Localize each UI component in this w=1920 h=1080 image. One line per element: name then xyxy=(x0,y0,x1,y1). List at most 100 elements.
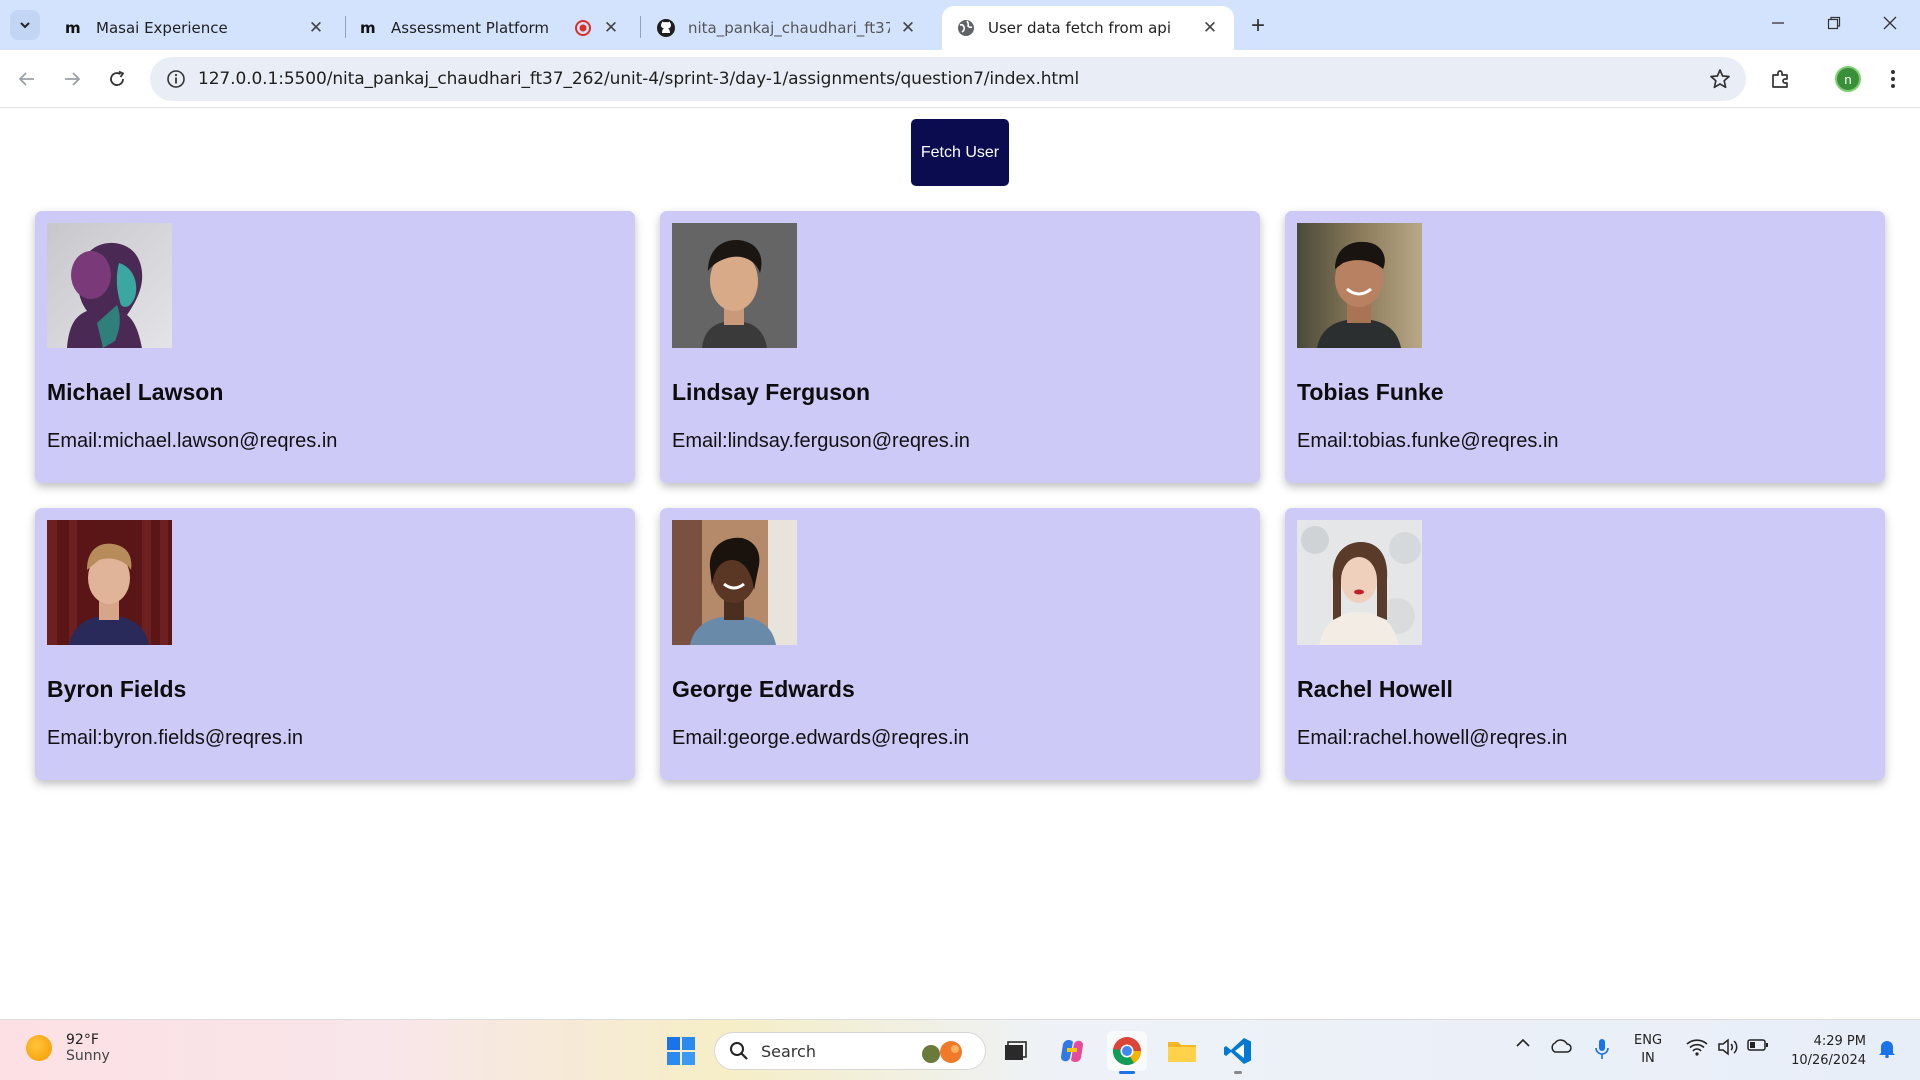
weather-description: Sunny xyxy=(66,1048,110,1064)
user-email: Email:lindsay.ferguson@reqres.in xyxy=(672,430,970,452)
close-icon xyxy=(1883,16,1897,30)
minimize-button[interactable] xyxy=(1750,0,1806,46)
puzzle-piece-icon xyxy=(1772,70,1788,88)
microphone-button[interactable] xyxy=(1590,1038,1614,1060)
microphone-icon xyxy=(1595,1039,1609,1059)
back-button[interactable] xyxy=(10,62,44,96)
cloud-icon xyxy=(1551,1039,1572,1053)
forward-button[interactable] xyxy=(55,62,89,96)
close-window-button[interactable] xyxy=(1862,0,1918,46)
chrome-taskbar-button[interactable] xyxy=(1107,1031,1147,1074)
wifi-icon xyxy=(1686,1039,1708,1056)
weather-widget[interactable]: 92°F Sunny xyxy=(26,1032,110,1064)
tab-title: Masai Experience xyxy=(96,19,228,37)
tab-close-icon[interactable]: ✕ xyxy=(601,18,621,38)
windows-taskbar: 92°F Sunny Search ENG IN 4:29 PM 10/26/2… xyxy=(0,1019,1920,1080)
svg-text:m: m xyxy=(360,21,376,35)
file-explorer-button[interactable] xyxy=(1162,1031,1202,1071)
user-avatar-photo xyxy=(47,223,172,348)
profile-avatar[interactable]: n xyxy=(1835,66,1861,92)
site-info-icon[interactable] xyxy=(154,57,198,101)
tab-close-icon[interactable]: ✕ xyxy=(898,18,918,38)
tab-masai-experience[interactable]: m Masai Experience ✕ xyxy=(50,6,340,50)
notifications-button[interactable] xyxy=(1874,1038,1900,1058)
forward-arrow-icon xyxy=(65,72,81,86)
user-name: Lindsay Ferguson xyxy=(672,379,871,405)
reload-button[interactable] xyxy=(100,62,134,96)
github-icon xyxy=(656,18,676,38)
restore-button[interactable] xyxy=(1806,0,1862,46)
url-text[interactable]: 127.0.0.1:5500/nita_pankaj_chaudhari_ft3… xyxy=(198,69,1079,89)
tab-user-data-fetch[interactable]: User data fetch from api ✕ xyxy=(942,6,1234,50)
svg-text:m: m xyxy=(65,21,81,35)
tab-github-repo[interactable]: nita_pankaj_chaudhari_ft37_262 ✕ xyxy=(642,6,932,50)
search-label: Search xyxy=(761,1041,816,1061)
weather-temperature: 92°F xyxy=(66,1032,99,1048)
user-email: Email:rachel.howell@reqres.in xyxy=(1297,727,1568,749)
browser-menu-button[interactable] xyxy=(1876,62,1910,96)
user-avatar-photo xyxy=(672,223,797,348)
region-code: IN xyxy=(1641,1051,1655,1066)
masai-icon: m xyxy=(64,18,84,38)
clock-date: 10/26/2024 xyxy=(1791,1053,1866,1068)
search-icon xyxy=(730,1042,748,1060)
tab-close-icon[interactable]: ✕ xyxy=(306,18,326,38)
folder-icon xyxy=(1168,1042,1196,1062)
copilot-icon xyxy=(1061,1039,1083,1063)
extensions-button[interactable] xyxy=(1764,62,1798,96)
new-tab-button[interactable]: + xyxy=(1244,12,1272,40)
active-app-indicator xyxy=(1119,1071,1135,1074)
volume-button[interactable] xyxy=(1715,1038,1741,1056)
tab-title: Assessment Platform xyxy=(391,19,550,37)
vscode-icon xyxy=(1224,1038,1251,1064)
address-bar[interactable]: 127.0.0.1:5500/nita_pankaj_chaudhari_ft3… xyxy=(150,57,1746,101)
user-card: Tobias Funke Email:tobias.funke@reqres.i… xyxy=(1285,211,1885,483)
battery-button[interactable] xyxy=(1745,1038,1771,1052)
tab-close-icon[interactable]: ✕ xyxy=(1200,18,1220,38)
search-highlight-icon xyxy=(922,1041,962,1063)
user-email: Email:michael.lawson@reqres.in xyxy=(47,430,338,452)
language-code: ENG xyxy=(1634,1033,1663,1048)
masai-icon: m xyxy=(359,18,379,38)
restore-icon xyxy=(1827,16,1841,30)
vscode-button[interactable] xyxy=(1218,1031,1258,1074)
user-avatar-photo xyxy=(672,520,797,645)
user-email: Email:byron.fields@reqres.in xyxy=(47,727,303,749)
system-clock[interactable]: 4:29 PM 10/26/2024 xyxy=(1782,1032,1866,1070)
taskbar-search-box[interactable]: Search xyxy=(714,1032,986,1070)
copilot-button[interactable] xyxy=(1052,1031,1092,1071)
tab-search-button[interactable] xyxy=(10,10,40,40)
back-arrow-icon xyxy=(18,72,34,86)
open-app-indicator xyxy=(1234,1071,1242,1074)
user-card-grid: Michael Lawson Email:michael.lawson@reqr… xyxy=(35,211,1886,780)
user-name: Michael Lawson xyxy=(47,379,224,405)
task-view-icon xyxy=(1005,1041,1027,1060)
user-avatar-photo xyxy=(1297,520,1422,645)
start-button[interactable] xyxy=(661,1031,701,1071)
sun-icon xyxy=(26,1035,52,1061)
user-name: Rachel Howell xyxy=(1297,676,1453,702)
user-avatar-photo xyxy=(47,520,172,645)
show-hidden-icons-button[interactable] xyxy=(1512,1038,1534,1048)
user-email: Email:george.edwards@reqres.in xyxy=(672,727,970,749)
recording-icon xyxy=(573,18,593,38)
tab-assessment-platform[interactable]: m Assessment Platform ✕ xyxy=(345,6,635,50)
wifi-button[interactable] xyxy=(1684,1038,1710,1056)
chevron-down-icon xyxy=(20,22,30,29)
task-view-button[interactable] xyxy=(995,1031,1035,1071)
user-card: Rachel Howell Email:rachel.howell@reqres… xyxy=(1285,508,1885,780)
browser-toolbar: 127.0.0.1:5500/nita_pankaj_chaudhari_ft3… xyxy=(0,50,1920,108)
user-card: Michael Lawson Email:michael.lawson@reqr… xyxy=(35,211,635,483)
windows-logo-icon xyxy=(667,1037,695,1065)
battery-icon xyxy=(1747,1039,1768,1051)
user-name: Tobias Funke xyxy=(1297,379,1444,405)
tab-title: nita_pankaj_chaudhari_ft37_262 xyxy=(688,19,890,37)
fetch-user-button[interactable]: Fetch User xyxy=(911,119,1009,186)
bookmark-star-icon[interactable] xyxy=(1708,67,1732,91)
user-avatar-photo xyxy=(1297,223,1422,348)
minimize-icon xyxy=(1772,22,1784,24)
input-language-indicator[interactable]: ENG IN xyxy=(1634,1032,1662,1068)
tab-strip: m Masai Experience ✕ m Assessment Platfo… xyxy=(0,0,1920,50)
kebab-menu-icon xyxy=(1891,70,1895,88)
onedrive-button[interactable] xyxy=(1548,1038,1574,1054)
